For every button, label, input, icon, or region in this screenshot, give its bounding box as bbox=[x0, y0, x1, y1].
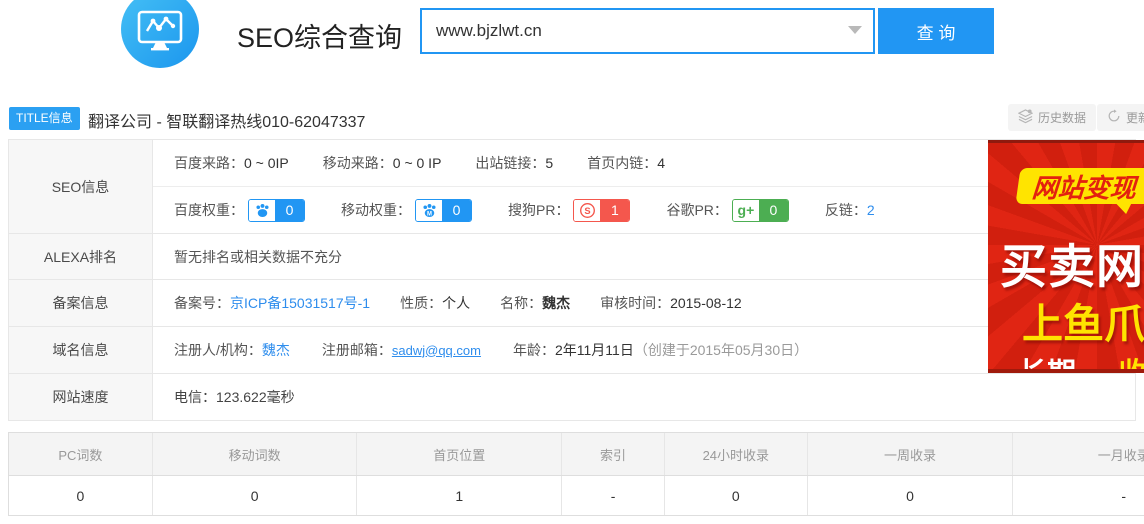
col-header: PC词数 bbox=[9, 433, 153, 475]
query-button[interactable]: 查 询 bbox=[878, 8, 994, 54]
col-header: 24小时收录 bbox=[665, 433, 808, 475]
app-logo bbox=[121, 0, 199, 68]
refresh-icon bbox=[1107, 109, 1121, 126]
ad-banner[interactable]: 网站变现 买卖网站 上鱼爪 长期 收站 bbox=[988, 140, 1144, 373]
stat-value: - bbox=[562, 476, 665, 515]
ad-top-strip bbox=[988, 140, 1144, 143]
seo-info-table: SEO信息 百度来路：0 ~ 0 IP 移动来路：0 ~ 0 IP 出站链接：5… bbox=[8, 139, 1136, 421]
google-pr: 谷歌PR： g+ 0 bbox=[666, 199, 788, 222]
stats-header-row: PC词数 移动词数 首页位置 索引 24小时收录 一周收录 一月收录 bbox=[9, 433, 1144, 476]
table-row-domain: 域名信息 注册人/机构：魏杰 注册邮箱：sadwj@qq.com 年龄：2年11… bbox=[9, 326, 1135, 373]
ad-subline: 上鱼爪 bbox=[1022, 290, 1144, 350]
google-plus-icon: g+ bbox=[733, 200, 759, 221]
row-label: ALEXA排名 bbox=[9, 234, 153, 279]
col-header: 首页位置 bbox=[357, 433, 562, 475]
homepage-inlinks: 首页内链：4 bbox=[587, 153, 665, 173]
row-label: 网站速度 bbox=[9, 374, 153, 420]
page-title: SEO综合查询 bbox=[237, 16, 402, 55]
sogou-pr: 搜狗PR： S 1 bbox=[508, 199, 630, 222]
table-row-alexa: ALEXA排名 暂无排名或相关数据不充分 bbox=[9, 233, 1135, 279]
ad-headline: 买卖网站 bbox=[1000, 228, 1144, 297]
ad-bottom-strip bbox=[988, 369, 1144, 373]
speed-value: 电信：123.622毫秒 bbox=[174, 387, 295, 407]
svg-text:S: S bbox=[584, 205, 590, 215]
stat-value: 0 bbox=[808, 476, 1014, 515]
domain-age: 年龄：2年11月11日（创建于2015年05月30日） bbox=[513, 340, 808, 360]
chevron-down-icon[interactable] bbox=[848, 26, 862, 34]
table-row-speed: 网站速度 电信：123.622毫秒 bbox=[9, 373, 1135, 420]
stat-value: - bbox=[1013, 476, 1144, 515]
stats-value-row: 0 0 1 - 0 0 - bbox=[9, 476, 1144, 515]
title-info-badge: TITLE信息 bbox=[9, 107, 80, 130]
domain-registrant: 注册人/机构：魏杰 bbox=[174, 340, 290, 360]
outbound-links: 出站链接：5 bbox=[475, 153, 553, 173]
table-row-icp: 备案信息 备案号：京ICP备15031517号-1 性质：个人 名称：魏杰 审核… bbox=[9, 279, 1135, 326]
col-header: 索引 bbox=[562, 433, 665, 475]
site-title-text: 翻译公司 - 智联翻译热线010-62047337 bbox=[88, 108, 365, 132]
backlink-count-link[interactable]: 2 bbox=[867, 202, 875, 218]
row-label: SEO信息 bbox=[9, 140, 153, 233]
icp-name: 名称：魏杰 bbox=[500, 293, 570, 313]
icp-audit-date: 审核时间：2015-08-12 bbox=[600, 293, 742, 313]
monitor-chart-icon bbox=[136, 9, 184, 58]
svg-text:M: M bbox=[427, 211, 432, 217]
baidu-weight-badge[interactable]: 0 bbox=[248, 199, 305, 222]
sogou-pr-badge[interactable]: S 1 bbox=[573, 199, 630, 222]
backlinks: 反链：2 bbox=[825, 200, 875, 220]
refresh-label: 更新 bbox=[1126, 109, 1144, 126]
history-data-button[interactable]: 历史数据 bbox=[1008, 104, 1096, 131]
col-header: 一周收录 bbox=[808, 433, 1014, 475]
icp-nature: 性质：个人 bbox=[400, 293, 470, 313]
table-row-seo: SEO信息 百度来路：0 ~ 0 IP 移动来路：0 ~ 0 IP 出站链接：5… bbox=[9, 140, 1135, 233]
domain-email: 注册邮箱：sadwj@qq.com bbox=[322, 340, 481, 360]
ad-bubble: 网站变现 bbox=[1015, 168, 1144, 204]
stat-value: 1 bbox=[357, 476, 562, 515]
sogou-icon: S bbox=[574, 200, 600, 221]
google-pr-badge[interactable]: g+ 0 bbox=[732, 199, 789, 222]
alexa-status-text: 暂无排名或相关数据不充分 bbox=[174, 247, 342, 267]
history-data-label: 历史数据 bbox=[1038, 109, 1086, 126]
layers-icon bbox=[1018, 109, 1033, 127]
email-link[interactable]: sadwj@qq.com bbox=[392, 343, 481, 358]
refresh-button[interactable]: 更新 bbox=[1097, 104, 1144, 131]
registrant-link[interactable]: 魏杰 bbox=[262, 340, 290, 360]
icp-number-link[interactable]: 京ICP备15031517号-1 bbox=[230, 293, 370, 313]
mobile-weight: 移动权重： M 0 bbox=[341, 199, 472, 222]
baidu-weight: 百度权重： 0 bbox=[174, 199, 305, 222]
row-label: 备案信息 bbox=[9, 280, 153, 326]
row-label: 域名信息 bbox=[9, 327, 153, 373]
baidu-traffic: 百度来路：0 ~ 0 IP bbox=[174, 153, 289, 173]
stat-value: 0 bbox=[153, 476, 358, 515]
keyword-stats-table: PC词数 移动词数 首页位置 索引 24小时收录 一周收录 一月收录 0 0 1… bbox=[8, 432, 1144, 516]
mobile-traffic: 移动来路：0 ~ 0 IP bbox=[323, 153, 442, 173]
search-input[interactable] bbox=[420, 8, 875, 54]
mobile-weight-badge[interactable]: M 0 bbox=[415, 199, 472, 222]
col-header: 移动词数 bbox=[153, 433, 358, 475]
paw-m-icon: M bbox=[416, 200, 442, 221]
col-header: 一月收录 bbox=[1013, 433, 1144, 475]
stat-value: 0 bbox=[9, 476, 153, 515]
stat-value: 0 bbox=[665, 476, 808, 515]
paw-icon bbox=[249, 200, 275, 221]
icp-number: 备案号：京ICP备15031517号-1 bbox=[174, 293, 370, 313]
ad-bubble-text: 网站变现 bbox=[1031, 168, 1138, 205]
